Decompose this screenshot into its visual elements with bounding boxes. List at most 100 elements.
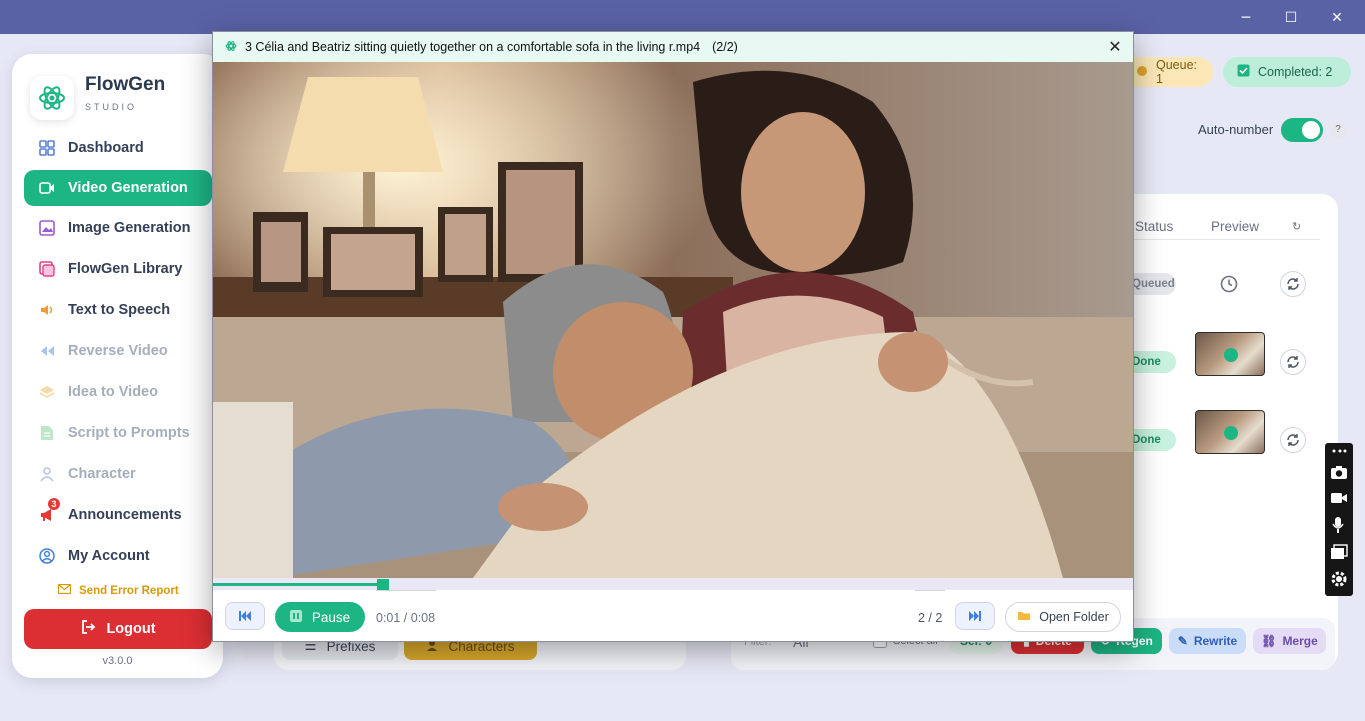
nav-label: Announcements	[68, 507, 182, 523]
pause-label: Pause	[311, 609, 351, 625]
brand-name: FlowGen	[85, 74, 166, 95]
rewind-icon	[38, 342, 56, 360]
logout-label: Logout	[106, 621, 156, 637]
window-capture-icon[interactable]	[1330, 543, 1348, 561]
gear-icon[interactable]	[1330, 570, 1348, 588]
nav-label: Video Generation	[68, 180, 188, 196]
pause-button[interactable]: Pause	[275, 602, 365, 632]
refresh-icon	[1287, 356, 1299, 368]
refresh-icon	[1287, 434, 1299, 446]
status-column-header: Status	[1135, 219, 1174, 234]
version-label: v3.0.0	[102, 655, 133, 667]
sidebar: FlowGen STUDIO Dashboard Video Generatio…	[12, 54, 223, 678]
player-titlebar: 3 Célia and Beatriz sitting quietly toge…	[213, 32, 1133, 62]
merge-button[interactable]: ⛓ Merge	[1253, 628, 1326, 654]
skip-forward-icon	[969, 611, 981, 621]
record-video-icon[interactable]	[1330, 489, 1348, 507]
logout-icon	[80, 619, 96, 639]
play-icon	[1224, 426, 1238, 440]
user-icon	[38, 465, 56, 483]
auto-number-label: Auto-number	[1198, 122, 1274, 137]
hourglass-icon	[1136, 65, 1148, 80]
window-titlebar: ─ ☐ ✕	[0, 0, 1365, 34]
nav-image-generation[interactable]: Image Generation	[24, 210, 212, 246]
nav-label: My Account	[68, 548, 150, 564]
more-icon[interactable]	[1330, 445, 1348, 457]
regenerate-row-button[interactable]	[1280, 427, 1306, 453]
error-report-label: Send Error Report	[79, 584, 179, 597]
player-title: 3 Célia and Beatriz sitting quietly toge…	[245, 40, 701, 54]
nav-label: Reverse Video	[68, 343, 168, 359]
nav-reverse-video[interactable]: Reverse Video	[24, 333, 212, 369]
grid-icon	[38, 139, 56, 157]
maximize-button[interactable]: ☐	[1279, 8, 1303, 28]
image-icon	[38, 219, 56, 237]
check-box-icon	[1237, 64, 1250, 80]
queue-status-chip: Queue: 1	[1122, 57, 1213, 87]
logout-button[interactable]: Logout	[24, 609, 212, 649]
open-folder-label: Open Folder	[1039, 610, 1109, 624]
nav-label: FlowGen Library	[68, 261, 183, 277]
nav-script-to-prompts[interactable]: Script to Prompts	[24, 415, 212, 451]
regenerate-row-button[interactable]	[1280, 349, 1306, 375]
microphone-icon[interactable]	[1330, 516, 1348, 534]
folder-icon	[1017, 610, 1031, 624]
divider	[376, 590, 436, 591]
video-frame-image	[213, 62, 1133, 578]
video-frame[interactable]	[213, 62, 1133, 578]
brand-subtitle: STUDIO	[85, 102, 138, 112]
seek-bar[interactable]	[213, 578, 1133, 591]
completed-count: Completed: 2	[1258, 65, 1333, 79]
announcement-badge: 3	[48, 498, 60, 510]
nav-flowgen-library[interactable]: FlowGen Library	[24, 251, 212, 287]
previous-button[interactable]	[225, 602, 265, 630]
speaker-icon	[38, 301, 56, 319]
pause-icon	[289, 609, 302, 625]
clock-icon	[1219, 274, 1239, 294]
refresh-header-icon[interactable]: ↻	[1292, 220, 1301, 233]
preview-column-header: Preview	[1211, 219, 1260, 234]
nav-text-to-speech[interactable]: Text to Speech	[24, 292, 212, 328]
open-folder-button[interactable]: Open Folder	[1005, 602, 1121, 632]
nav-my-account[interactable]: My Account	[24, 538, 212, 574]
nav-label: Idea to Video	[68, 384, 158, 400]
next-button[interactable]	[955, 602, 995, 630]
player-index: (2/2)	[712, 40, 738, 54]
nav-label: Character	[68, 466, 136, 482]
video-thumbnail[interactable]	[1195, 410, 1265, 454]
rewrite-button[interactable]: ✎ Rewrite	[1169, 628, 1246, 654]
help-icon[interactable]: ?	[1330, 122, 1346, 138]
nav-dashboard[interactable]: Dashboard	[24, 130, 212, 166]
close-window-button[interactable]: ✕	[1325, 8, 1349, 28]
gallery-icon	[38, 260, 56, 278]
capture-toolbar	[1325, 443, 1353, 596]
skip-back-icon	[239, 611, 251, 621]
nav-label: Text to Speech	[68, 302, 171, 318]
video-thumbnail[interactable]	[1195, 332, 1265, 376]
nav-character[interactable]: Character	[24, 456, 212, 492]
nav-video-generation[interactable]: Video Generation	[24, 170, 212, 206]
divider	[915, 590, 945, 591]
layers-icon	[38, 383, 56, 401]
nav-idea-to-video[interactable]: Idea to Video	[24, 374, 212, 410]
auto-number-toggle[interactable]	[1281, 118, 1323, 142]
account-icon	[38, 547, 56, 565]
refresh-icon	[1287, 278, 1299, 290]
document-icon	[38, 424, 56, 442]
play-icon	[1224, 348, 1238, 362]
minimize-button[interactable]: ─	[1234, 8, 1258, 28]
nav-announcements[interactable]: 3 Announcements	[24, 497, 212, 533]
atom-icon	[39, 86, 65, 110]
pencil-icon: ✎	[1177, 634, 1188, 648]
completed-status-chip: Completed: 2	[1223, 57, 1351, 87]
player-controls: Pause 0:01 / 0:08 2 / 2 Open Folder	[213, 590, 1133, 641]
atom-icon	[225, 40, 237, 55]
regenerate-row-button[interactable]	[1280, 271, 1306, 297]
video-player-dialog: 3 Célia and Beatriz sitting quietly toge…	[212, 31, 1134, 642]
camera-icon[interactable]	[1330, 463, 1348, 481]
video-camera-icon	[38, 179, 56, 197]
send-error-report-link[interactable]: Send Error Report	[57, 583, 179, 597]
queue-count: Queue: 1	[1156, 58, 1198, 86]
close-player-button[interactable]: ✕	[1105, 37, 1125, 57]
nav-label: Script to Prompts	[68, 425, 190, 441]
